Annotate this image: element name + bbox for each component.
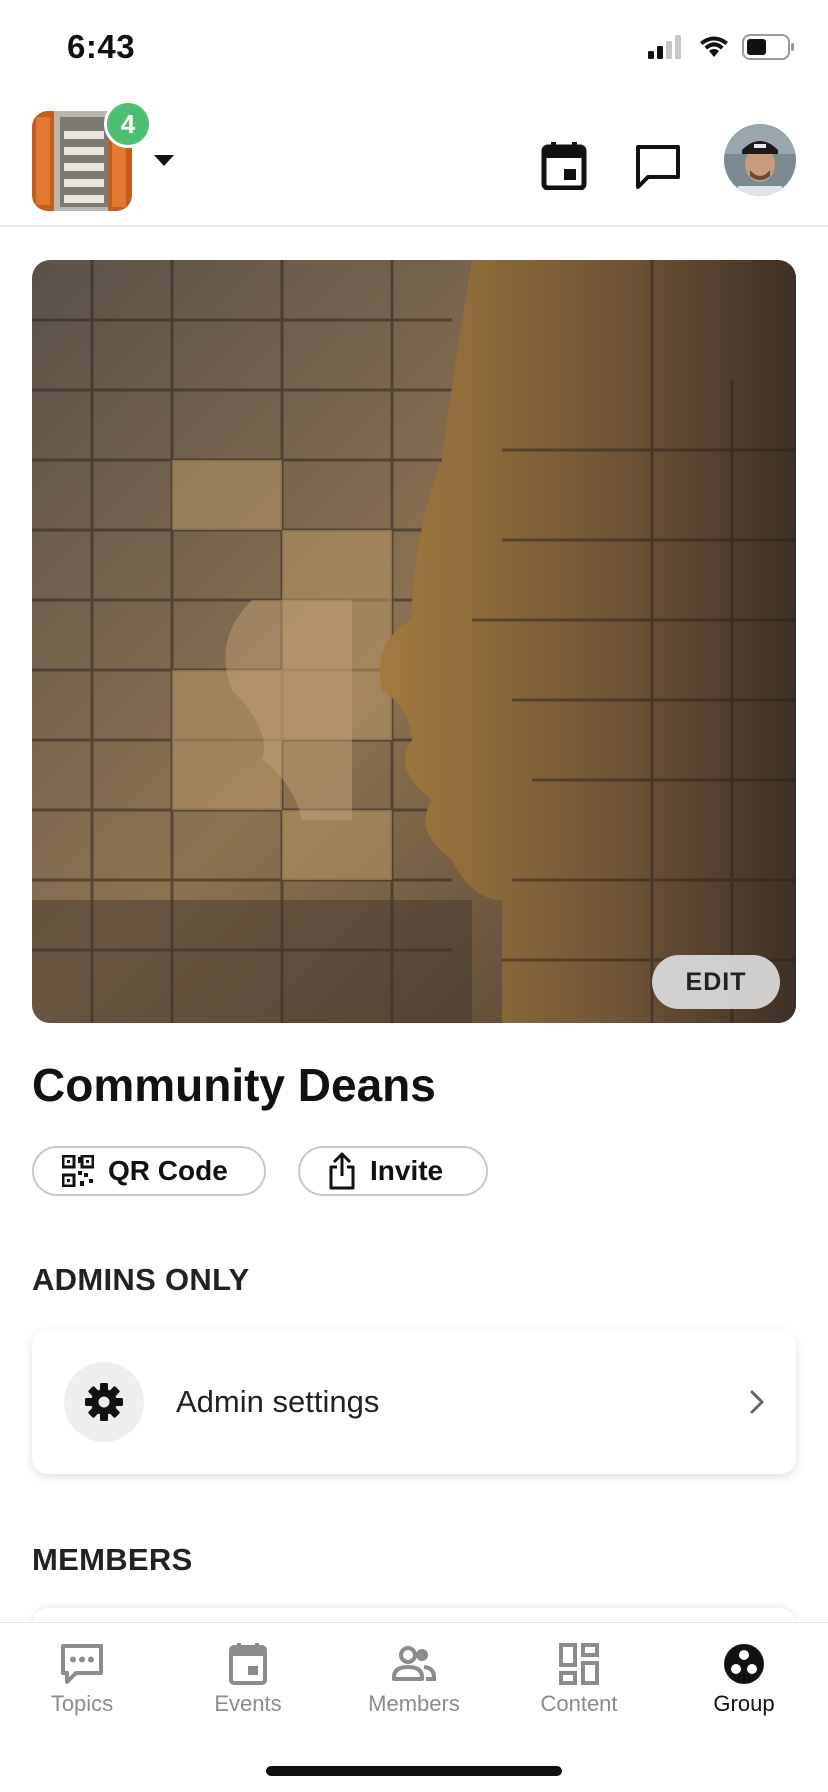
tab-events[interactable]: Events — [178, 1643, 318, 1717]
group-cover-image: EDIT — [32, 260, 796, 1023]
group-title: Community Deans — [32, 1059, 436, 1111]
admin-settings-row[interactable]: Admin settings — [32, 1330, 796, 1474]
messages-button[interactable] — [628, 136, 688, 196]
group-switcher-caret-icon[interactable] — [154, 155, 174, 166]
chat-icon — [636, 145, 680, 189]
edit-cover-button[interactable]: EDIT — [652, 955, 780, 1009]
group-icon — [724, 1644, 764, 1684]
notification-badge: 4 — [104, 100, 152, 148]
tab-content-label: Content — [540, 1691, 618, 1716]
admin-settings-icon-wrap — [64, 1362, 144, 1442]
tab-group-label: Group — [713, 1691, 775, 1716]
qr-code-icon — [62, 1155, 94, 1187]
admin-settings-label: Admin settings — [176, 1384, 380, 1419]
status-time: 6:43 — [67, 28, 136, 65]
invite-label: Invite — [370, 1155, 444, 1186]
invite-button[interactable]: Invite — [298, 1146, 488, 1196]
calendar-icon — [541, 142, 587, 190]
tab-events-label: Events — [214, 1691, 282, 1716]
share-icon — [329, 1152, 355, 1190]
members-icon — [392, 1646, 436, 1681]
home-indicator — [266, 1766, 562, 1776]
cellular-signal-icon — [648, 35, 681, 59]
admins-only-heading: ADMINS ONLY — [32, 1262, 250, 1297]
content-icon — [559, 1643, 599, 1685]
status-bar: 6:43 — [0, 0, 828, 100]
tab-topics[interactable]: Topics — [12, 1643, 152, 1717]
tab-members[interactable]: Members — [344, 1643, 484, 1717]
events-icon — [229, 1643, 267, 1685]
chevron-right-icon — [750, 1390, 764, 1414]
tab-members-label: Members — [368, 1691, 460, 1716]
wifi-icon — [700, 36, 728, 57]
app-header: 4 — [0, 100, 828, 227]
members-heading: MEMBERS — [32, 1542, 193, 1577]
battery-icon — [742, 34, 794, 60]
tab-content[interactable]: Content — [509, 1643, 649, 1717]
cover-photo — [32, 260, 796, 1023]
status-icons — [646, 34, 796, 60]
topics-icon — [61, 1644, 103, 1684]
qr-code-label: QR Code — [108, 1155, 228, 1186]
gear-icon — [85, 1383, 123, 1421]
calendar-button[interactable] — [534, 136, 594, 196]
profile-avatar[interactable] — [724, 124, 796, 196]
tab-topics-label: Topics — [50, 1691, 114, 1716]
avatar-image — [724, 124, 796, 196]
qr-code-button[interactable]: QR Code — [32, 1146, 266, 1196]
tab-group[interactable]: Group — [674, 1643, 814, 1717]
